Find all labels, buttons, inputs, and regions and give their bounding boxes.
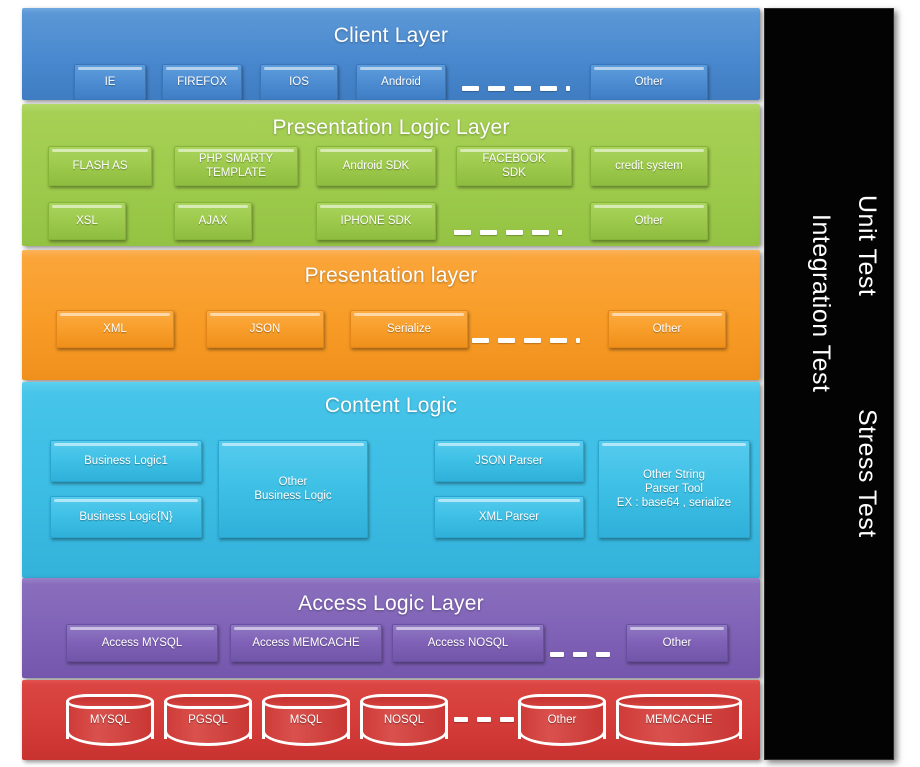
cylinder-top	[262, 694, 350, 709]
cylinder-top	[66, 694, 154, 709]
layer-content-logic[interactable]: Content Logic Business Logic1 Business L…	[22, 382, 760, 578]
node-facebook-sdk[interactable]: FACEBOOK SDK	[456, 146, 572, 186]
layer-access-logic-title: Access Logic Layer	[298, 592, 484, 615]
db-other[interactable]: Other	[518, 694, 606, 746]
node-iphone-sdk[interactable]: IPHONE SDK	[316, 202, 436, 240]
node-android[interactable]: Android	[356, 64, 446, 100]
dashed-connector-client	[462, 86, 570, 91]
node-firefox[interactable]: FIREFOX	[162, 64, 242, 100]
cylinder-top	[616, 694, 742, 709]
layer-client-title: Client Layer	[333, 24, 449, 47]
layer-client[interactable]: Client Layer IE FIREFOX IOS Android Othe…	[22, 8, 760, 100]
dashed-connector-presentation-logic	[454, 230, 562, 235]
layer-access-logic[interactable]: Access Logic Layer Access MYSQL Access M…	[22, 578, 760, 678]
dashed-connector-presentation	[472, 338, 580, 343]
node-credit-system[interactable]: credit system	[590, 146, 708, 186]
node-json-parser[interactable]: JSON Parser	[434, 440, 584, 482]
node-business-logic-n[interactable]: Business Logic{N}	[50, 496, 202, 538]
architecture-diagram: Client Layer IE FIREFOX IOS Android Othe…	[0, 0, 920, 767]
node-presentation-other[interactable]: Other	[608, 310, 726, 348]
test-panel[interactable]: Unit Test Stress Test Integration Test	[764, 8, 894, 760]
db-nosql[interactable]: NOSQL	[360, 694, 448, 746]
node-android-sdk[interactable]: Android SDK	[316, 146, 436, 186]
cylinder-bottom	[262, 731, 350, 746]
layer-presentation-logic[interactable]: Presentation Logic Layer FLASH AS PHP SM…	[22, 104, 760, 246]
layer-presentation[interactable]: Presentation layer XML JSON Serialize Ot…	[22, 250, 760, 380]
db-pgsql[interactable]: PGSQL	[164, 694, 252, 746]
node-flash-as[interactable]: FLASH AS	[48, 146, 152, 186]
layer-content-logic-title: Content Logic	[324, 394, 458, 417]
node-access-mysql[interactable]: Access MYSQL	[66, 624, 218, 662]
node-access-nosql[interactable]: Access NOSQL	[392, 624, 544, 662]
node-business-logic-1[interactable]: Business Logic1	[50, 440, 202, 482]
dashed-connector-access-logic	[550, 652, 610, 657]
cylinder-bottom	[164, 731, 252, 746]
node-client-other[interactable]: Other	[590, 64, 708, 100]
layer-presentation-title: Presentation layer	[304, 264, 478, 287]
node-other-string-parser-tool[interactable]: Other String Parser Tool EX : base64 , s…	[598, 440, 750, 538]
dashed-connector-database	[454, 717, 514, 722]
node-php-smarty-template[interactable]: PHP SMARTY TEMPLATE	[174, 146, 298, 186]
node-serialize[interactable]: Serialize	[350, 310, 468, 348]
node-ajax[interactable]: AJAX	[174, 202, 252, 240]
node-xml-parser[interactable]: XML Parser	[434, 496, 584, 538]
layer-presentation-logic-title: Presentation Logic Layer	[272, 116, 510, 139]
node-xml[interactable]: XML	[56, 310, 174, 348]
test-label-unit: Unit Test	[853, 195, 881, 297]
node-access-other[interactable]: Other	[626, 624, 728, 662]
cylinder-bottom	[616, 731, 742, 746]
cylinder-bottom	[66, 731, 154, 746]
layer-database[interactable]: MYSQL PGSQL MSQL NOSQL Other MEMCACHE	[22, 680, 760, 760]
node-xsl[interactable]: XSL	[48, 202, 126, 240]
cylinder-top	[164, 694, 252, 709]
node-presentation-logic-other[interactable]: Other	[590, 202, 708, 240]
node-json[interactable]: JSON	[206, 310, 324, 348]
node-other-business-logic[interactable]: Other Business Logic	[218, 440, 368, 538]
node-access-memcache[interactable]: Access MEMCACHE	[230, 624, 382, 662]
db-mysql[interactable]: MYSQL	[66, 694, 154, 746]
test-label-integration: Integration Test	[807, 214, 835, 393]
test-label-stress: Stress Test	[853, 409, 881, 538]
db-msql[interactable]: MSQL	[262, 694, 350, 746]
cylinder-top	[360, 694, 448, 709]
db-memcache[interactable]: MEMCACHE	[616, 694, 742, 746]
cylinder-top	[518, 694, 606, 709]
node-ios[interactable]: IOS	[260, 64, 338, 100]
cylinder-bottom	[360, 731, 448, 746]
cylinder-bottom	[518, 731, 606, 746]
node-ie[interactable]: IE	[74, 64, 146, 100]
